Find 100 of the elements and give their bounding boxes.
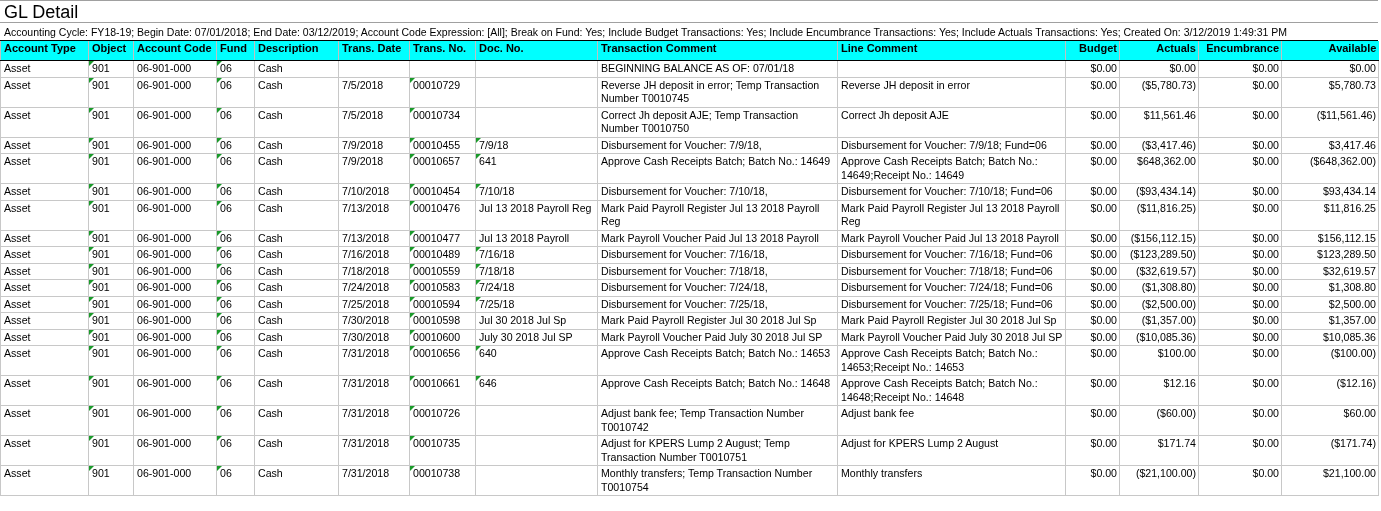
- table-cell: $0.00: [1065, 329, 1120, 346]
- table-cell: 06: [216, 435, 255, 466]
- table-cell: ($2,500.00): [1119, 296, 1199, 313]
- table-cell: Asset: [0, 153, 89, 184]
- table-cell: Cash: [254, 137, 339, 154]
- corner-marker-icon: [476, 346, 481, 351]
- table-cell: ($648,362.00): [1281, 153, 1379, 184]
- table-cell: Jul 13 2018 Payroll Reg: [475, 200, 598, 230]
- corner-marker-icon: [410, 154, 415, 159]
- corner-marker-icon: [476, 296, 481, 302]
- table-cell: $0.00: [1065, 465, 1120, 496]
- column-header: Fund: [216, 41, 255, 61]
- table-cell: Disbursement for Voucher: 7/10/18,: [597, 183, 838, 200]
- corner-marker-icon: [476, 376, 481, 381]
- table-cell: 7/5/2018: [338, 107, 410, 137]
- corner-marker-icon: [89, 78, 94, 83]
- table-cell: $0.00: [1065, 137, 1120, 154]
- column-header: Trans. Date: [338, 41, 410, 61]
- table-cell: $0.00: [1065, 345, 1120, 376]
- table-cell: 06: [216, 77, 255, 107]
- table-cell: $0.00: [1198, 200, 1282, 230]
- corner-marker-icon: [89, 329, 94, 335]
- table-cell: Cash: [254, 435, 339, 466]
- table-cell: 06-901-000: [133, 60, 217, 77]
- table-cell: $0.00: [1198, 375, 1282, 406]
- corner-marker-icon: [410, 137, 415, 143]
- table-cell: Cash: [254, 405, 339, 436]
- table-cell: 06-901-000: [133, 405, 217, 436]
- table-cell: Adjust bank fee: [837, 405, 1066, 436]
- corner-marker-icon: [410, 436, 415, 441]
- table-cell: 901: [88, 263, 134, 280]
- corner-marker-icon: [476, 184, 481, 189]
- corner-marker-icon: [410, 329, 415, 335]
- corner-marker-icon: [410, 296, 415, 302]
- table-cell: $0.00: [1065, 77, 1120, 107]
- table-cell: ($11,816.25): [1119, 200, 1199, 230]
- corner-marker-icon: [89, 230, 94, 236]
- column-header: Doc. No.: [475, 41, 598, 61]
- corner-marker-icon: [217, 61, 222, 66]
- table-cell: Disbursement for Voucher: 7/9/18,: [597, 137, 838, 154]
- corner-marker-icon: [410, 280, 415, 285]
- table-cell: Mark Paid Payroll Register Jul 13 2018 Payroll Reg: [597, 200, 838, 230]
- table-cell: ($12.16): [1281, 375, 1379, 406]
- table-cell: 06: [216, 230, 255, 247]
- table-cell: $0.00: [1198, 77, 1282, 107]
- column-header: Actuals: [1119, 41, 1199, 61]
- table-cell: $0.00: [1065, 246, 1120, 263]
- table-cell: 901: [88, 329, 134, 346]
- table-cell: Cash: [254, 279, 339, 296]
- table-cell: $0.00: [1198, 279, 1282, 296]
- table-cell: 06-901-000: [133, 296, 217, 313]
- corner-marker-icon: [89, 466, 94, 471]
- corner-marker-icon: [89, 201, 94, 206]
- table-cell: $11,561.46: [1119, 107, 1199, 137]
- table-cell: Cash: [254, 465, 339, 496]
- table-cell: Correct Jh deposit AJE: [837, 107, 1066, 137]
- column-header: Available: [1281, 41, 1379, 61]
- table-cell: $0.00: [1198, 465, 1282, 496]
- table-cell: 7/25/2018: [338, 296, 410, 313]
- table-cell: 00010455: [409, 137, 476, 154]
- table-cell: $1,357.00: [1281, 312, 1379, 329]
- table-cell: ($60.00): [1119, 405, 1199, 436]
- table-cell: Cash: [254, 183, 339, 200]
- corner-marker-icon: [476, 137, 481, 143]
- table-cell: Asset: [0, 435, 89, 466]
- column-header: Line Comment: [837, 41, 1066, 61]
- table-cell: Disbursement for Voucher: 7/16/18,: [597, 246, 838, 263]
- table-cell: Disbursement for Voucher: 7/25/18; Fund=06: [837, 296, 1066, 313]
- table-cell: $10,085.36: [1281, 329, 1379, 346]
- table-cell: 7/31/2018: [338, 375, 410, 406]
- table-cell: 06: [216, 279, 255, 296]
- table-cell: Cash: [254, 263, 339, 280]
- table-cell: $32,619.57: [1281, 263, 1379, 280]
- table-cell: $0.00: [1198, 296, 1282, 313]
- table-cell: 00010735: [409, 435, 476, 466]
- table-cell: 06: [216, 263, 255, 280]
- table-cell: $0.00: [1198, 137, 1282, 154]
- table-cell: ($11,561.46): [1281, 107, 1379, 137]
- table-cell: Cash: [254, 77, 339, 107]
- table-cell: 06-901-000: [133, 246, 217, 263]
- table-cell: ($93,434.14): [1119, 183, 1199, 200]
- table-cell: 901: [88, 230, 134, 247]
- table-cell: 00010729: [409, 77, 476, 107]
- table-cell: $0.00: [1198, 183, 1282, 200]
- table-cell: 7/16/18: [475, 246, 598, 263]
- table-cell: Mark Paid Payroll Register Jul 13 2018 Payroll Reg: [837, 200, 1066, 230]
- table-cell: $0.00: [1198, 329, 1282, 346]
- corner-marker-icon: [89, 263, 94, 269]
- table-cell: $100.00: [1119, 345, 1199, 376]
- table-cell: ($21,100.00): [1119, 465, 1199, 496]
- table-cell: Disbursement for Voucher: 7/9/18; Fund=06: [837, 137, 1066, 154]
- table-cell: $0.00: [1065, 200, 1120, 230]
- table-cell: Reverse JH deposit in error; Temp Transaction Number T0010745: [597, 77, 838, 107]
- corner-marker-icon: [217, 329, 222, 335]
- table-cell: Cash: [254, 107, 339, 137]
- table-cell: Correct Jh deposit AJE; Temp Transaction Number T0010750: [597, 107, 838, 137]
- corner-marker-icon: [89, 137, 94, 143]
- table-cell: Cash: [254, 60, 339, 77]
- table-cell: ($32,619.57): [1119, 263, 1199, 280]
- table-cell: 901: [88, 312, 134, 329]
